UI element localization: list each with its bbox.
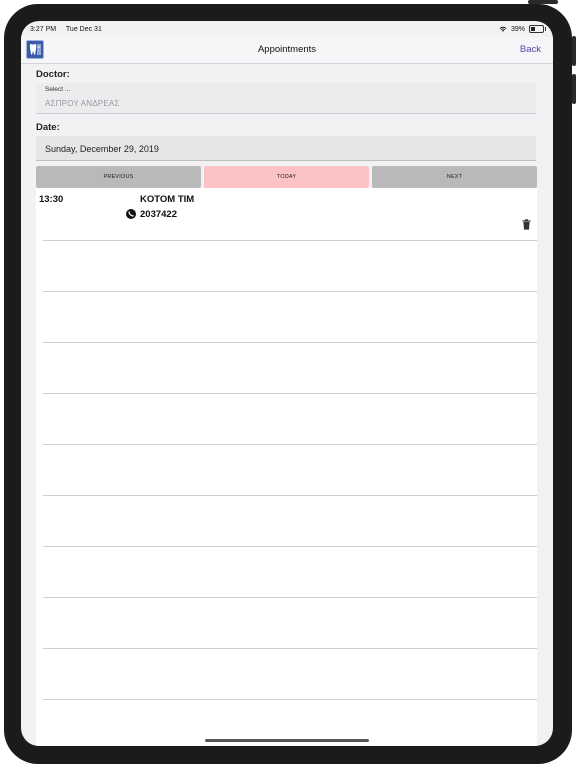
row-divider bbox=[43, 495, 537, 496]
page-title: Appointments bbox=[257, 44, 317, 55]
status-right: 39% bbox=[499, 25, 546, 33]
next-day-button[interactable]: NEXT bbox=[372, 166, 537, 188]
trash-icon[interactable] bbox=[522, 219, 531, 230]
previous-day-button[interactable]: PREVIOUS bbox=[36, 166, 201, 188]
status-time: 3:27 PM bbox=[30, 26, 57, 33]
phone-icon bbox=[126, 209, 136, 219]
volume-up-button bbox=[572, 36, 576, 66]
back-button[interactable]: Back bbox=[520, 44, 541, 55]
status-left: 3:27 PM Tue Dec 31 bbox=[30, 26, 110, 33]
battery-icon bbox=[529, 25, 546, 33]
appointment-list: 13:30 KOTOM TIM 2037422 bbox=[36, 188, 537, 746]
row-divider bbox=[43, 393, 537, 394]
volume-down-button bbox=[572, 74, 576, 104]
appointment-time: 13:30 bbox=[39, 194, 64, 205]
row-divider bbox=[43, 699, 537, 700]
row-divider bbox=[43, 240, 537, 241]
doctor-select[interactable]: Select ... ΑΣΠΡΟΥ ΑΝΔΡΕΑΣ bbox=[36, 83, 536, 114]
home-indicator[interactable] bbox=[205, 739, 369, 742]
date-value: Sunday, December 29, 2019 bbox=[45, 144, 159, 154]
status-bar: 3:27 PM Tue Dec 31 39% bbox=[21, 21, 553, 37]
date-picker[interactable]: Sunday, December 29, 2019 bbox=[36, 136, 536, 161]
screen: 3:27 PM Tue Dec 31 39% Appointments Back… bbox=[21, 21, 553, 746]
status-date: Tue Dec 31 bbox=[65, 26, 102, 33]
wifi-icon bbox=[499, 26, 507, 32]
appointment-patient-name: KOTOM TIM bbox=[140, 194, 195, 205]
day-navigation: PREVIOUS TODAY NEXT bbox=[36, 166, 537, 188]
doctor-select-value: ΑΣΠΡΟΥ ΑΝΔΡΕΑΣ bbox=[45, 99, 120, 108]
doctor-label: Doctor: bbox=[36, 69, 70, 80]
appointment-phone: 2037422 bbox=[140, 209, 177, 220]
row-divider bbox=[43, 291, 537, 292]
battery-level bbox=[531, 27, 536, 31]
row-divider bbox=[43, 444, 537, 445]
battery-percent: 39% bbox=[510, 25, 525, 33]
today-button[interactable]: TODAY bbox=[204, 166, 369, 188]
row-divider bbox=[43, 546, 537, 547]
power-button bbox=[528, 0, 558, 4]
doctor-select-caption: Select ... bbox=[45, 86, 71, 93]
row-divider bbox=[43, 342, 537, 343]
row-divider bbox=[43, 597, 537, 598]
row-divider bbox=[43, 648, 537, 649]
date-label: Date: bbox=[36, 122, 60, 133]
appointment-row[interactable]: 13:30 KOTOM TIM 2037422 bbox=[36, 188, 537, 240]
navigation-bar: Appointments Back bbox=[21, 37, 553, 64]
